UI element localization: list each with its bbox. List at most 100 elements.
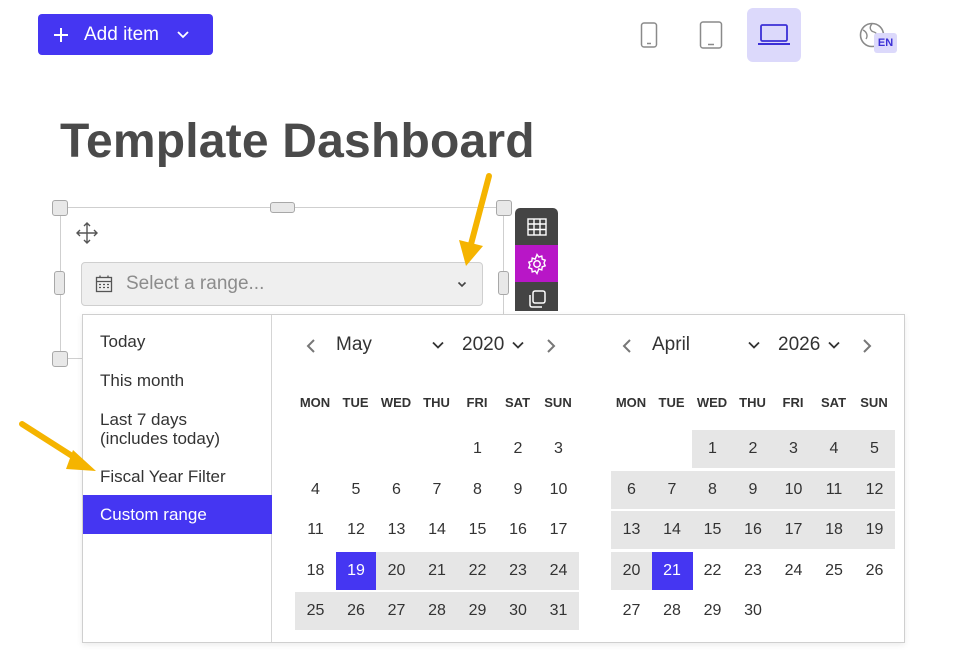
calendar-day[interactable]: 16 [498, 511, 539, 549]
calendar-day[interactable]: 16 [732, 511, 774, 549]
calendar-day[interactable]: 2 [732, 430, 774, 468]
calendar-day[interactable]: 24 [538, 551, 579, 590]
calendar-day[interactable]: 26 [854, 552, 895, 590]
language-selector[interactable]: EN [859, 20, 899, 56]
calendar-day[interactable]: 20 [376, 551, 417, 590]
calendar-day[interactable]: 8 [457, 471, 498, 509]
calendar-day[interactable]: 28 [652, 592, 693, 630]
year-select[interactable]: 2026 [778, 334, 820, 356]
calendar-day[interactable]: 13 [611, 511, 652, 549]
tablet-view-button[interactable] [684, 8, 738, 62]
calendar-day[interactable]: 15 [457, 511, 498, 549]
calendar-day[interactable]: 4 [295, 471, 336, 509]
calendar-day[interactable]: 2 [498, 430, 539, 468]
year-select[interactable]: 2020 [462, 334, 504, 356]
calendar-day[interactable]: 14 [417, 511, 458, 549]
chevron-down-icon[interactable] [827, 338, 841, 352]
calendar-day[interactable]: 23 [733, 552, 774, 590]
calendar-day[interactable]: 30 [497, 592, 539, 630]
calendar-day[interactable]: 18 [813, 511, 855, 549]
calendar-day[interactable]: 15 [692, 511, 733, 549]
calendar-day[interactable]: 4 [813, 430, 855, 468]
calendar-day[interactable]: 13 [376, 511, 417, 549]
calendar-day[interactable]: 11 [813, 470, 855, 509]
calendar-day[interactable]: 20 [611, 551, 652, 590]
calendar-day[interactable]: 26 [335, 592, 377, 630]
chevron-down-icon[interactable] [431, 338, 445, 352]
calendar-day[interactable]: 17 [538, 511, 579, 549]
calendar-day[interactable]: 10 [773, 470, 814, 509]
calendar-day[interactable]: 24 [773, 552, 814, 590]
calendar-day[interactable]: 27 [611, 592, 652, 630]
chevron-left-icon[interactable] [621, 338, 633, 354]
calendar-day[interactable]: 22 [692, 552, 733, 590]
calendar-day[interactable]: 25 [814, 552, 855, 590]
calendar-day[interactable]: 6 [611, 470, 652, 509]
desktop-view-button[interactable] [747, 8, 801, 62]
chevron-down-icon[interactable] [455, 277, 469, 291]
duplicate-button[interactable] [515, 282, 558, 311]
mobile-view-button[interactable] [622, 8, 676, 62]
weekday-header: SUN [860, 395, 888, 410]
chevron-down-icon[interactable] [511, 338, 525, 352]
calendar-day[interactable]: 23 [497, 551, 539, 590]
chevron-down-icon[interactable] [177, 28, 191, 42]
date-range-select[interactable]: Select a range... [81, 262, 483, 306]
resize-handle-right[interactable] [498, 271, 509, 295]
calendar-day[interactable]: 1 [692, 430, 733, 468]
calendar-day[interactable]: 25 [295, 592, 336, 630]
calendar-day[interactable]: 7 [651, 470, 693, 509]
preset-custom-range[interactable]: Custom range [83, 495, 272, 534]
month-select[interactable]: April [652, 334, 690, 356]
calendar-day[interactable]: 18 [295, 552, 336, 590]
preset-this-month[interactable]: This month [83, 371, 272, 390]
calendar-day[interactable]: 29 [457, 592, 498, 630]
calendar-day[interactable]: 28 [416, 592, 458, 630]
month-select[interactable]: May [336, 334, 372, 356]
resize-handle-left[interactable] [54, 271, 65, 295]
resize-handle-top[interactable] [270, 202, 295, 213]
settings-button[interactable] [515, 245, 558, 282]
preset-fiscal-year-filter[interactable]: Fiscal Year Filter [83, 467, 272, 486]
chevron-down-icon[interactable] [747, 338, 761, 352]
resize-handle-top-left[interactable] [52, 200, 68, 216]
calendar-day[interactable]: 9 [498, 471, 539, 509]
table-view-button[interactable] [515, 208, 558, 245]
add-item-button[interactable]: Add item [38, 14, 213, 55]
calendar-day[interactable]: 3 [538, 430, 579, 468]
calendar-day-selected[interactable]: 19 [335, 551, 377, 590]
resize-handle-bottom-left[interactable] [52, 351, 68, 367]
calendar-day-selected[interactable]: 21 [651, 551, 693, 590]
calendar-day[interactable]: 29 [692, 592, 733, 630]
chevron-right-icon[interactable] [861, 338, 873, 354]
calendar-day[interactable]: 8 [692, 470, 733, 509]
calendar-day[interactable]: 1 [457, 430, 498, 468]
calendar-day[interactable]: 17 [773, 511, 814, 549]
preset-last-7-days[interactable]: Last 7 days (includes today) [83, 410, 272, 448]
chevron-right-icon[interactable] [545, 338, 557, 354]
chevron-left-icon[interactable] [305, 338, 317, 354]
calendar-left: May 2020 MON TUE WED THU FRI SAT SUN 1 2 3 4 5 6 7 8 9 1… [289, 315, 589, 642]
calendar-day[interactable]: 10 [538, 471, 579, 509]
calendar-day[interactable]: 22 [457, 551, 498, 590]
calendar-day[interactable]: 9 [732, 470, 774, 509]
calendar-day[interactable]: 19 [854, 511, 895, 549]
calendar-day[interactable]: 3 [773, 430, 814, 468]
calendar-day[interactable]: 6 [376, 471, 417, 509]
calendar-day[interactable]: 11 [295, 511, 336, 549]
calendar-day[interactable]: 30 [733, 592, 774, 630]
move-icon[interactable] [76, 222, 98, 244]
calendar-day[interactable]: 31 [538, 592, 579, 630]
calendar-day[interactable]: 5 [336, 471, 377, 509]
calendar-day[interactable]: 7 [417, 471, 458, 509]
calendar-day[interactable]: 12 [854, 470, 895, 509]
calendar-day[interactable]: 21 [416, 551, 458, 590]
calendar-day[interactable]: 12 [336, 511, 377, 549]
calendar-day[interactable]: 14 [651, 511, 693, 549]
weekday-header: FRI [782, 395, 804, 410]
resize-handle-top-right[interactable] [496, 200, 512, 216]
calendar-day[interactable]: 5 [854, 430, 895, 468]
calendar-day[interactable]: 27 [376, 592, 417, 630]
preset-today[interactable]: Today [83, 332, 272, 351]
page-title: Template Dashboard [60, 115, 535, 168]
